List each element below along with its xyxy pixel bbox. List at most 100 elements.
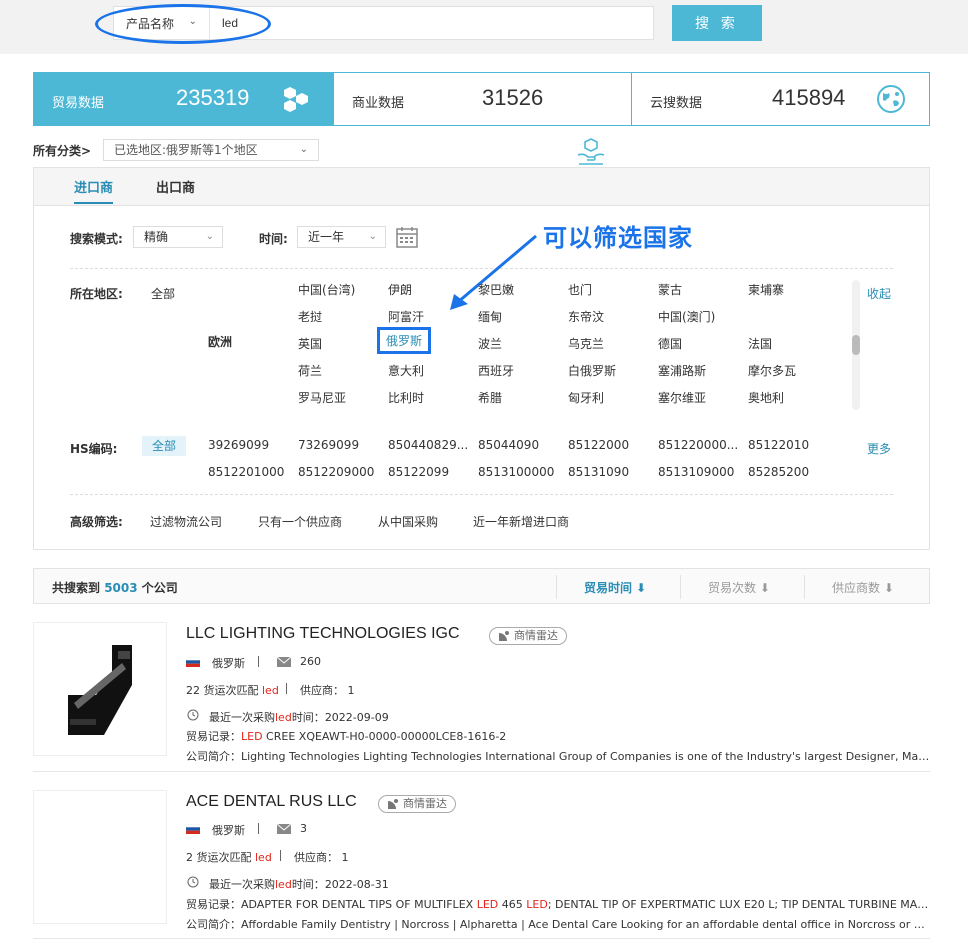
annotation-text: 可以筛选国家 <box>543 224 693 252</box>
country-option[interactable]: 阿富汗 <box>388 308 424 325</box>
company-thumbnail[interactable] <box>33 622 167 756</box>
search-button[interactable]: 搜 索 <box>672 5 762 41</box>
country-option[interactable]: 西班牙 <box>478 362 514 379</box>
hs-code-option[interactable]: 85131090 <box>568 465 629 479</box>
country-option[interactable]: 也门 <box>568 281 592 298</box>
hs-more-link[interactable]: 更多 <box>867 440 891 457</box>
country-option[interactable]: 中国(澳门) <box>658 308 715 325</box>
hs-all-option[interactable]: 全部 <box>142 436 186 456</box>
hs-code-option[interactable]: 85285200 <box>748 465 809 479</box>
hs-code-option[interactable]: 8512201000 <box>208 465 284 479</box>
divider <box>70 494 893 495</box>
shipment-match: 22 货运次匹配 led <box>186 682 279 698</box>
trade-record-text: ADAPTER FOR DENTAL TIPS OF MULTIFLEX <box>241 898 477 911</box>
time-select[interactable]: 近一年 ⌄ <box>297 226 386 248</box>
country-option[interactable]: 中国(台湾) <box>298 281 355 298</box>
divider <box>33 938 930 939</box>
region-scroll-thumb[interactable] <box>852 335 860 355</box>
hs-code-option[interactable]: 8512209000 <box>298 465 374 479</box>
country-option[interactable]: 塞尔维亚 <box>658 389 706 406</box>
chevron-down-icon: ⌄ <box>188 16 197 27</box>
stat-business-data[interactable]: 商业数据 31526 <box>334 73 632 125</box>
country-option[interactable]: 东帝汶 <box>568 308 604 325</box>
mail-count: 3 <box>300 822 307 835</box>
trade-record: 贸易记录：LED CREE XQEAWT-H0-0000-00000LCE8-1… <box>186 728 506 744</box>
hs-code-option[interactable]: 85122010 <box>748 438 809 452</box>
country-option[interactable]: 荷兰 <box>298 362 322 379</box>
keyword: LED <box>476 898 499 911</box>
company-intro: 公司简介：Lighting Technologies Lighting Tech… <box>186 748 930 764</box>
country-option[interactable]: 乌克兰 <box>568 335 604 352</box>
stat-cloud-data[interactable]: 云搜数据 415894 <box>632 73 929 125</box>
intro-label: 公司简介： <box>186 918 241 931</box>
adv-filter-option[interactable]: 过滤物流公司 <box>150 513 222 530</box>
hs-code-option[interactable]: 85122099 <box>388 465 449 479</box>
hands-holding-icon[interactable] <box>576 138 606 168</box>
sort-trade-time[interactable]: 贸易时间 ⬇ <box>584 579 646 596</box>
country-option[interactable]: 罗马尼亚 <box>298 389 346 406</box>
chevron-down-icon: ⌄ <box>299 144 308 155</box>
country-option[interactable]: 匈牙利 <box>568 389 604 406</box>
country-option[interactable]: 波兰 <box>478 335 502 352</box>
country-option[interactable]: 意大利 <box>388 362 424 379</box>
tab-exporters[interactable]: 出口商 <box>156 177 195 202</box>
supplier-value: 1 <box>341 851 349 864</box>
sort-supplier-count[interactable]: 供应商数 ⬇ <box>832 579 894 596</box>
hs-code-option[interactable]: 850440829... <box>388 438 468 452</box>
region-select[interactable]: 已选地区:俄罗斯等1个地区 ⌄ <box>103 139 319 161</box>
country-option[interactable]: 老挝 <box>298 308 322 325</box>
clock-icon <box>187 709 199 721</box>
adv-filter-option[interactable]: 只有一个供应商 <box>258 513 342 530</box>
keyword: led <box>262 684 279 697</box>
country-option[interactable]: 奥地利 <box>748 389 784 406</box>
search-input[interactable] <box>222 7 622 39</box>
tab-importers[interactable]: 进口商 <box>74 177 114 204</box>
collapse-link[interactable]: 收起 <box>867 285 891 302</box>
chevron-down-icon: ⌄ <box>368 231 377 242</box>
company-country: 俄罗斯 <box>212 657 245 670</box>
company-name[interactable]: ACE DENTAL RUS LLC <box>186 793 357 811</box>
hs-code-option[interactable]: 851220000... <box>658 438 738 452</box>
country-option[interactable]: 英国 <box>298 335 322 352</box>
hs-code-option[interactable]: 8513109000 <box>658 465 734 479</box>
country-option[interactable]: 塞浦路斯 <box>658 362 706 379</box>
country-option[interactable]: 德国 <box>658 335 682 352</box>
hs-code-option[interactable]: 85122000 <box>568 438 629 452</box>
country-option[interactable]: 比利时 <box>388 389 424 406</box>
results-count: 共搜索到 5003 个公司 <box>52 579 178 596</box>
country-option[interactable]: 缅甸 <box>478 308 502 325</box>
company-thumbnail[interactable] <box>33 790 167 924</box>
hs-code-option[interactable]: 85044090 <box>478 438 539 452</box>
radar-icon <box>388 799 398 809</box>
sort-trade-count[interactable]: 贸易次数 ⬇ <box>708 579 770 596</box>
radar-label: 商情雷达 <box>403 797 447 810</box>
trade-record-text: 465 <box>498 898 527 911</box>
company-name[interactable]: LLC LIGHTING TECHNOLOGIES IGC <box>186 625 460 643</box>
country-option[interactable]: 柬埔寨 <box>748 281 784 298</box>
advanced-filter-label: 高级筛选: <box>70 515 123 529</box>
radar-button[interactable]: 商情雷达 <box>489 627 567 645</box>
keyword: LED <box>526 898 548 911</box>
region-all-option[interactable]: 全部 <box>151 285 175 302</box>
country-option[interactable]: 摩尔多瓦 <box>748 362 796 379</box>
stat-trade-data[interactable]: 贸易数据 235319 <box>34 73 334 125</box>
adv-filter-option[interactable]: 近一年新增进口商 <box>473 513 569 530</box>
mail-count: 260 <box>300 655 321 668</box>
country-option[interactable]: 蒙古 <box>658 281 682 298</box>
radar-label: 商情雷达 <box>514 629 558 642</box>
country-option[interactable]: 白俄罗斯 <box>568 362 616 379</box>
calendar-icon[interactable] <box>396 226 418 248</box>
search-type-select[interactable]: 产品名称 ⌄ <box>114 7 210 39</box>
adv-filter-option[interactable]: 从中国采购 <box>378 513 438 530</box>
hs-code-option[interactable]: 39269099 <box>208 438 269 452</box>
country-option[interactable]: 俄罗斯 <box>377 327 432 354</box>
stat-label: 贸易数据 <box>52 96 105 111</box>
hs-code-option[interactable]: 8513100000 <box>478 465 554 479</box>
radar-button[interactable]: 商情雷达 <box>378 795 456 813</box>
search-mode-select[interactable]: 精确 ⌄ <box>133 226 223 248</box>
country-option[interactable]: 黎巴嫩 <box>478 281 514 298</box>
country-option[interactable]: 法国 <box>748 335 772 352</box>
hs-code-option[interactable]: 73269099 <box>298 438 359 452</box>
country-option[interactable]: 伊朗 <box>388 281 412 298</box>
country-option[interactable]: 希腊 <box>478 389 502 406</box>
